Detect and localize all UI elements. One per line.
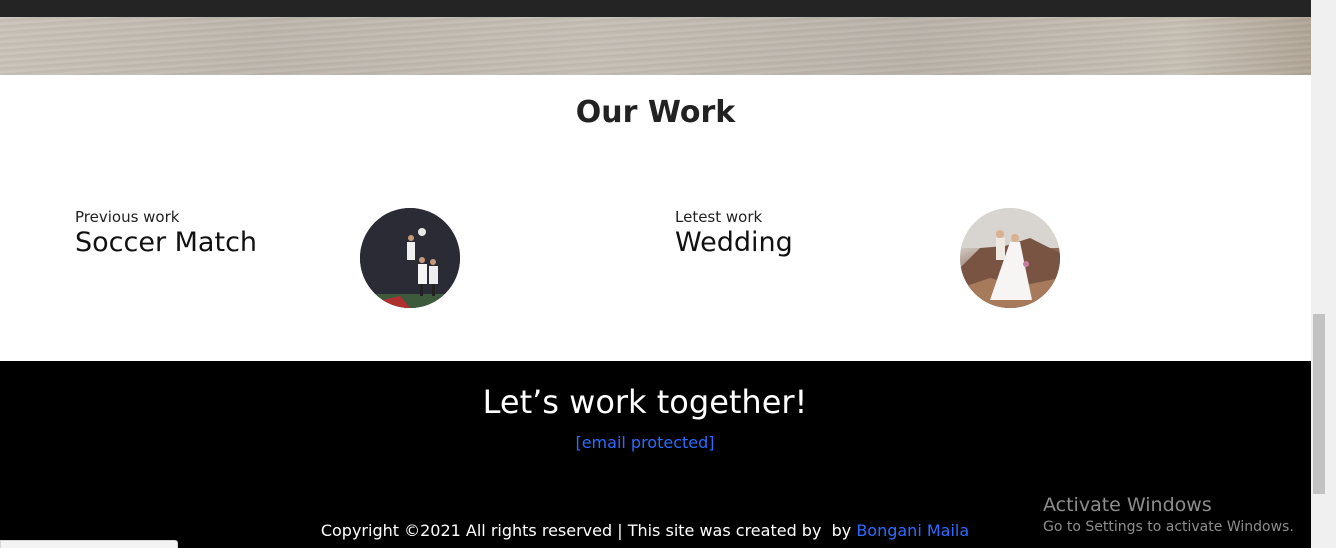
top-nav-bar <box>0 0 1311 17</box>
our-work-section: Our Work Previous work Soccer Match Lete… <box>0 75 1311 361</box>
status-bar-tab <box>0 540 178 548</box>
page: Our Work Previous work Soccer Match Lete… <box>0 0 1311 548</box>
soccer-photo-icon <box>360 208 460 308</box>
work-item-subtitle: Previous work <box>75 208 180 226</box>
work-item-latest: Letest work Wedding <box>675 208 793 260</box>
work-item-previous: Previous work Soccer Match <box>75 208 257 260</box>
activate-subtitle: Go to Settings to activate Windows. <box>1043 519 1294 535</box>
activate-windows-watermark: Activate Windows Go to Settings to activ… <box>1043 493 1294 537</box>
section-title: Our Work <box>575 95 736 130</box>
wedding-photo-thumbnail[interactable] <box>960 208 1060 308</box>
wedding-photo-icon <box>960 208 1060 308</box>
scrollbar-thumb[interactable] <box>1313 314 1325 494</box>
work-item-subtitle: Letest work <box>675 208 763 226</box>
soccer-photo-thumbnail[interactable] <box>360 208 460 308</box>
email-link[interactable]: [email protected] <box>0 433 1290 452</box>
scrollbar[interactable] <box>1311 0 1336 548</box>
work-item-name: Soccer Match <box>75 227 258 258</box>
hero-image-strip <box>0 17 1311 75</box>
work-item-name: Wedding <box>675 227 793 258</box>
footer-title: Let’s work together! <box>482 383 808 421</box>
copyright-text: Copyright ©2021 All rights reserved | Th… <box>320 521 857 540</box>
author-link[interactable]: Bongani Maila <box>856 521 969 540</box>
activate-title: Activate Windows <box>1043 494 1212 516</box>
